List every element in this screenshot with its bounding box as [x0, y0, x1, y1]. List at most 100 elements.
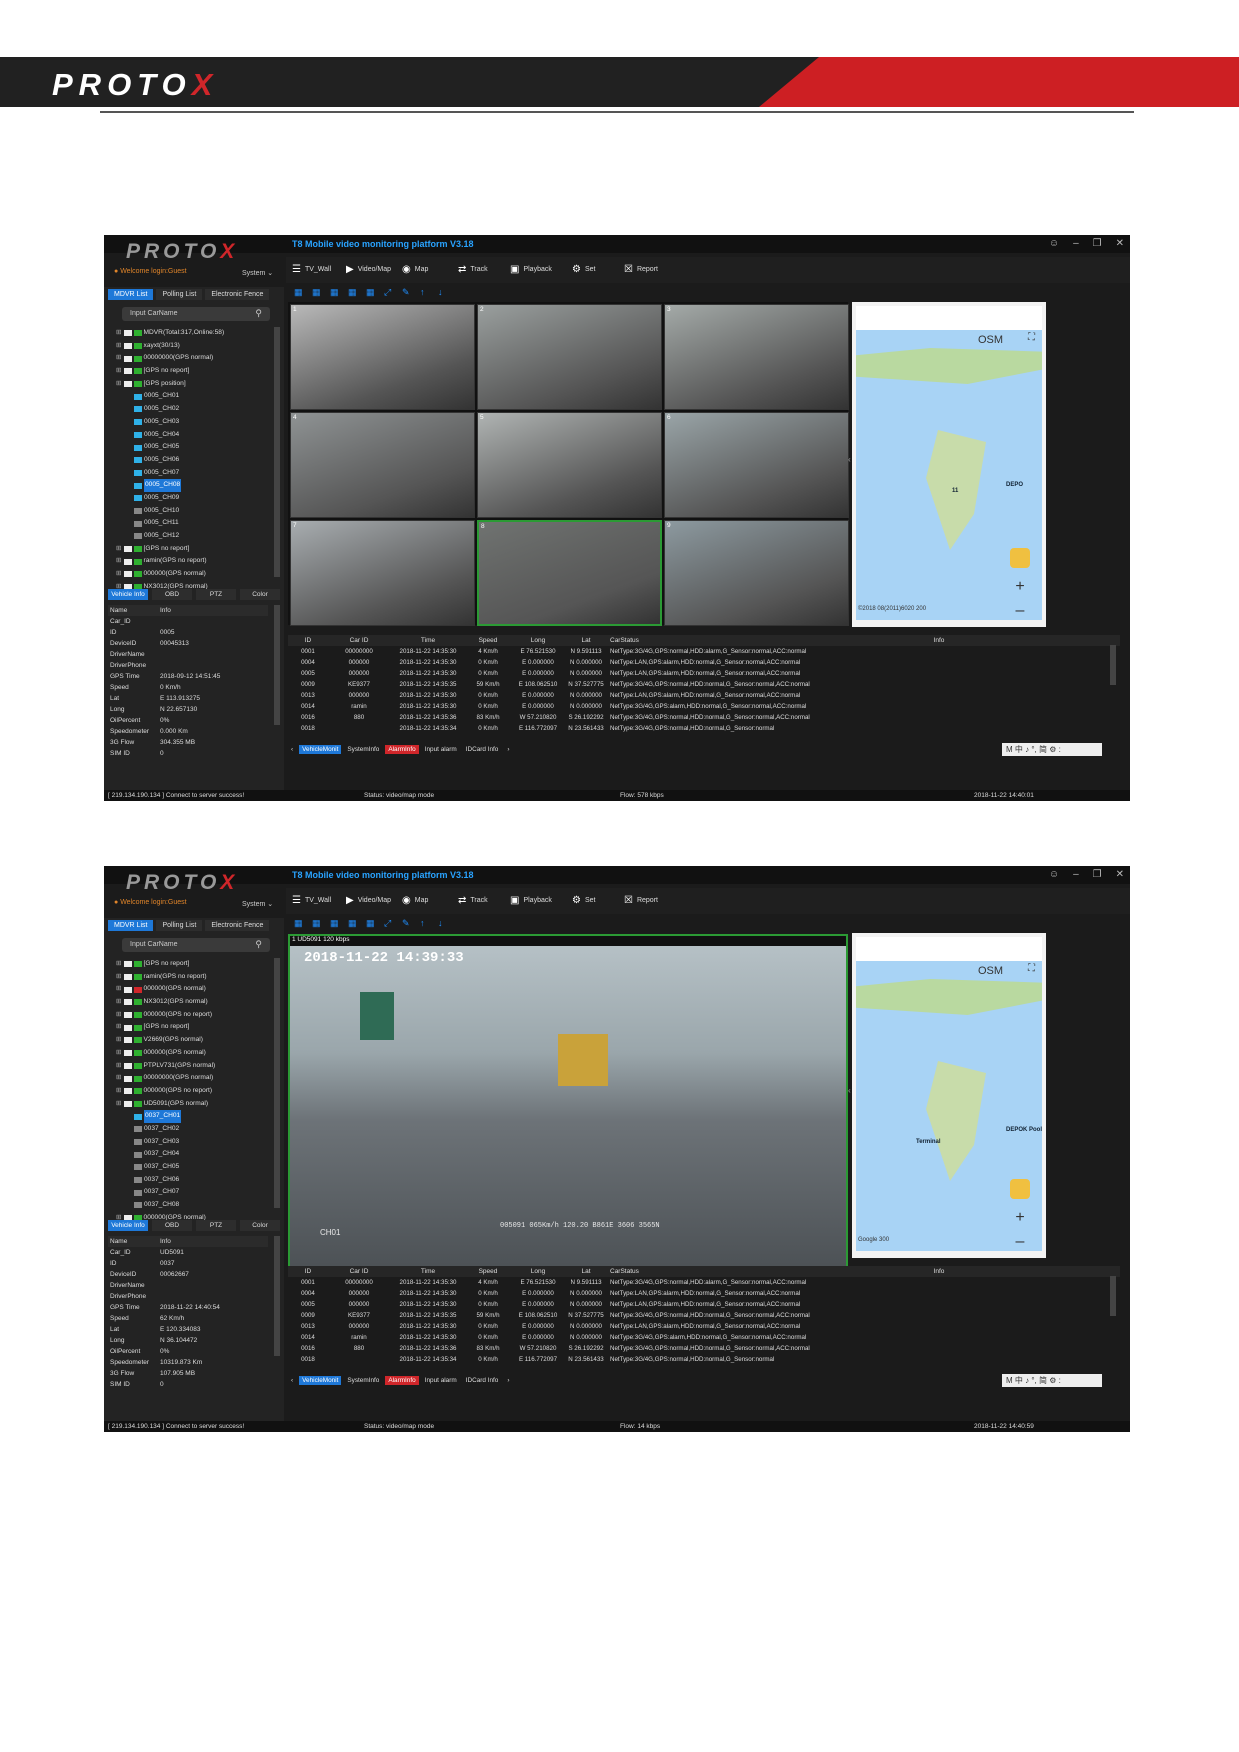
tree-item[interactable]: ⊞ [GPS no report]: [108, 543, 274, 556]
user-icon[interactable]: ☺: [1049, 238, 1059, 249]
info-tab-1[interactable]: OBD: [152, 1220, 192, 1231]
tree-scrollbar[interactable]: [274, 327, 280, 577]
fullscreen-icon[interactable]: ⛶: [1028, 332, 1035, 343]
camera-view[interactable]: 2: [477, 304, 662, 410]
tree-item[interactable]: ⊞ 000000(GPS normal): [108, 1047, 274, 1060]
restore-icon[interactable]: ❐: [1093, 238, 1102, 249]
tab-2[interactable]: Electronic Fence: [205, 920, 270, 931]
tree-item[interactable]: ⊞ 00000000(GPS normal): [108, 352, 274, 365]
map-source[interactable]: OSM: [978, 334, 1003, 346]
column-header[interactable]: Info: [904, 635, 974, 646]
bottom-tab[interactable]: Input alarm: [422, 745, 460, 754]
info-scrollbar[interactable]: [274, 1236, 280, 1356]
bottom-tab[interactable]: Input alarm: [422, 1376, 460, 1385]
zoom-out-icon[interactable]: –: [1008, 1233, 1032, 1255]
ime-bar[interactable]: M 中 ♪ °, 简 ⚙ :: [1002, 1374, 1102, 1387]
toolbar-set-button[interactable]: ⚙ Set: [572, 895, 595, 906]
column-header[interactable]: CarStatus: [606, 635, 904, 646]
collapse-map-icon[interactable]: ‹: [848, 1086, 851, 1095]
table-row[interactable]: 0014 ramin 2018-11-22 14:35:30 0 Km/h E 0.00…: [288, 1332, 1120, 1343]
layout-1-icon[interactable]: ▦: [294, 918, 304, 928]
tree-item[interactable]: 0037_CH08: [108, 1199, 274, 1212]
tree-item[interactable]: ⊞ [GPS no report]: [108, 1021, 274, 1034]
layout-3-icon[interactable]: ▦: [330, 918, 340, 928]
tree-item[interactable]: 0005_CH01: [108, 390, 274, 403]
layout-5-icon[interactable]: ▦: [366, 918, 376, 928]
toolbar-map-button[interactable]: ◉ Map: [402, 895, 428, 906]
close-icon[interactable]: ✕: [1116, 869, 1124, 880]
map-view[interactable]: DEPO 11 + – ©2018 08(2011)6020 200: [856, 330, 1042, 620]
info-tab-3[interactable]: Color: [240, 589, 280, 600]
column-header[interactable]: CarStatus: [606, 1266, 904, 1277]
tree-item[interactable]: 0037_CH06: [108, 1174, 274, 1187]
tree-item[interactable]: ⊞ 000000(GPS normal): [108, 568, 274, 581]
toolbar-video-map-button[interactable]: ▶ Video/Map: [346, 895, 391, 906]
column-header[interactable]: Time: [390, 635, 466, 646]
table-row[interactable]: 0018 2018-11-22 14:35:34 0 Km/h E 116.77209…: [288, 1354, 1120, 1365]
tree-item[interactable]: ⊞ 000000(GPS normal): [108, 983, 274, 996]
camera-view[interactable]: 9: [664, 520, 849, 626]
bottom-tab[interactable]: VehicleMonit: [299, 745, 342, 754]
table-row[interactable]: 0013 000000 2018-11-22 14:35:30 0 Km/h E 0.0…: [288, 690, 1120, 701]
column-header[interactable]: ID: [288, 635, 328, 646]
toolbar-track-button[interactable]: ⇄ Track: [458, 895, 488, 906]
info-tab-0[interactable]: Vehicle Info: [108, 1220, 148, 1231]
tree-item[interactable]: ⊞ [GPS position]: [108, 378, 274, 391]
minimize-icon[interactable]: –: [1073, 869, 1079, 880]
tree-item[interactable]: ⊞ ramin(GPS no report): [108, 555, 274, 568]
toolbar-track-button[interactable]: ⇄ Track: [458, 264, 488, 275]
tab-1[interactable]: Polling List: [156, 289, 203, 300]
layout-2-icon[interactable]: ▦: [312, 287, 322, 297]
layout-3-icon[interactable]: ▦: [330, 287, 340, 297]
column-header[interactable]: Long: [510, 635, 566, 646]
tree-item[interactable]: ⊞ UD5091(GPS normal): [108, 1098, 274, 1111]
column-header[interactable]: Lat: [566, 1266, 606, 1277]
table-row[interactable]: 0001 00000000 2018-11-22 14:35:30 4 Km/h E 7…: [288, 1277, 1120, 1288]
tree-item[interactable]: 0037_CH05: [108, 1161, 274, 1174]
user-icon[interactable]: ☺: [1049, 869, 1059, 880]
system-menu[interactable]: System ⌄: [242, 900, 273, 908]
tree-item[interactable]: 0005_CH10: [108, 505, 274, 518]
tree-item[interactable]: 0005_CH04: [108, 429, 274, 442]
bottom-tab[interactable]: IDCard Info: [463, 745, 502, 754]
tab-0[interactable]: MDVR List: [108, 289, 154, 300]
camera-view[interactable]: 3: [664, 304, 849, 410]
camera-view[interactable]: 6: [664, 412, 849, 518]
bottom-tab[interactable]: AlarmInfo: [385, 745, 419, 754]
tree-item[interactable]: 0005_CH02: [108, 403, 274, 416]
tree-item[interactable]: 0005_CH05: [108, 441, 274, 454]
scroll-left-icon[interactable]: ‹: [288, 745, 296, 754]
tree-scrollbar[interactable]: [274, 958, 280, 1208]
tree-item[interactable]: 0037_CH02: [108, 1123, 274, 1136]
column-header[interactable]: Lat: [566, 635, 606, 646]
tree-item[interactable]: 0005_CH12: [108, 530, 274, 543]
camera-view[interactable]: 1: [290, 304, 475, 410]
tree-item[interactable]: ⊞ 000000(GPS no report): [108, 1085, 274, 1098]
info-tab-0[interactable]: Vehicle Info: [108, 589, 148, 600]
table-row[interactable]: 0001 00000000 2018-11-22 14:35:30 4 Km/h E 7…: [288, 646, 1120, 657]
layout-2-icon[interactable]: ▦: [312, 918, 322, 928]
pegman-icon[interactable]: [1010, 548, 1030, 568]
restore-icon[interactable]: ❐: [1093, 869, 1102, 880]
info-tab-2[interactable]: PTZ: [196, 1220, 236, 1231]
tree-item[interactable]: ⊞ [GPS no report]: [108, 365, 274, 378]
toolbar-tv-wall-button[interactable]: ☰ TV_Wall: [292, 895, 331, 906]
tree-item[interactable]: 0037_CH03: [108, 1136, 274, 1149]
minimize-icon[interactable]: –: [1073, 238, 1079, 249]
table-row[interactable]: 0004 000000 2018-11-22 14:35:30 0 Km/h E 0.0…: [288, 657, 1120, 668]
table-row[interactable]: 0009 KE9377 2018-11-22 14:35:35 59 Km/h E 10…: [288, 1310, 1120, 1321]
zoom-in-icon[interactable]: +: [1008, 1209, 1032, 1231]
tree-item[interactable]: 0005_CH11: [108, 517, 274, 530]
bottom-tab[interactable]: SystemInfo: [344, 745, 382, 754]
layout-7-icon[interactable]: ✎: [402, 287, 412, 297]
tree-item[interactable]: ⊞ 00000000(GPS normal): [108, 1072, 274, 1085]
layout-4-icon[interactable]: ▦: [348, 918, 358, 928]
video-view[interactable]: 1 UD5091 120 kbps 2018-11-22 14:39:33 CH…: [288, 934, 848, 1272]
table-scrollbar[interactable]: [1110, 645, 1116, 685]
layout-9-icon[interactable]: ↓: [438, 918, 448, 928]
layout-6-icon[interactable]: ⤢: [384, 287, 394, 297]
toolbar-playback-button[interactable]: ▣ Playback: [510, 895, 552, 906]
camera-view[interactable]: 8: [477, 520, 662, 626]
info-scrollbar[interactable]: [274, 605, 280, 725]
table-row[interactable]: 0013 000000 2018-11-22 14:35:30 0 Km/h E 0.0…: [288, 1321, 1120, 1332]
